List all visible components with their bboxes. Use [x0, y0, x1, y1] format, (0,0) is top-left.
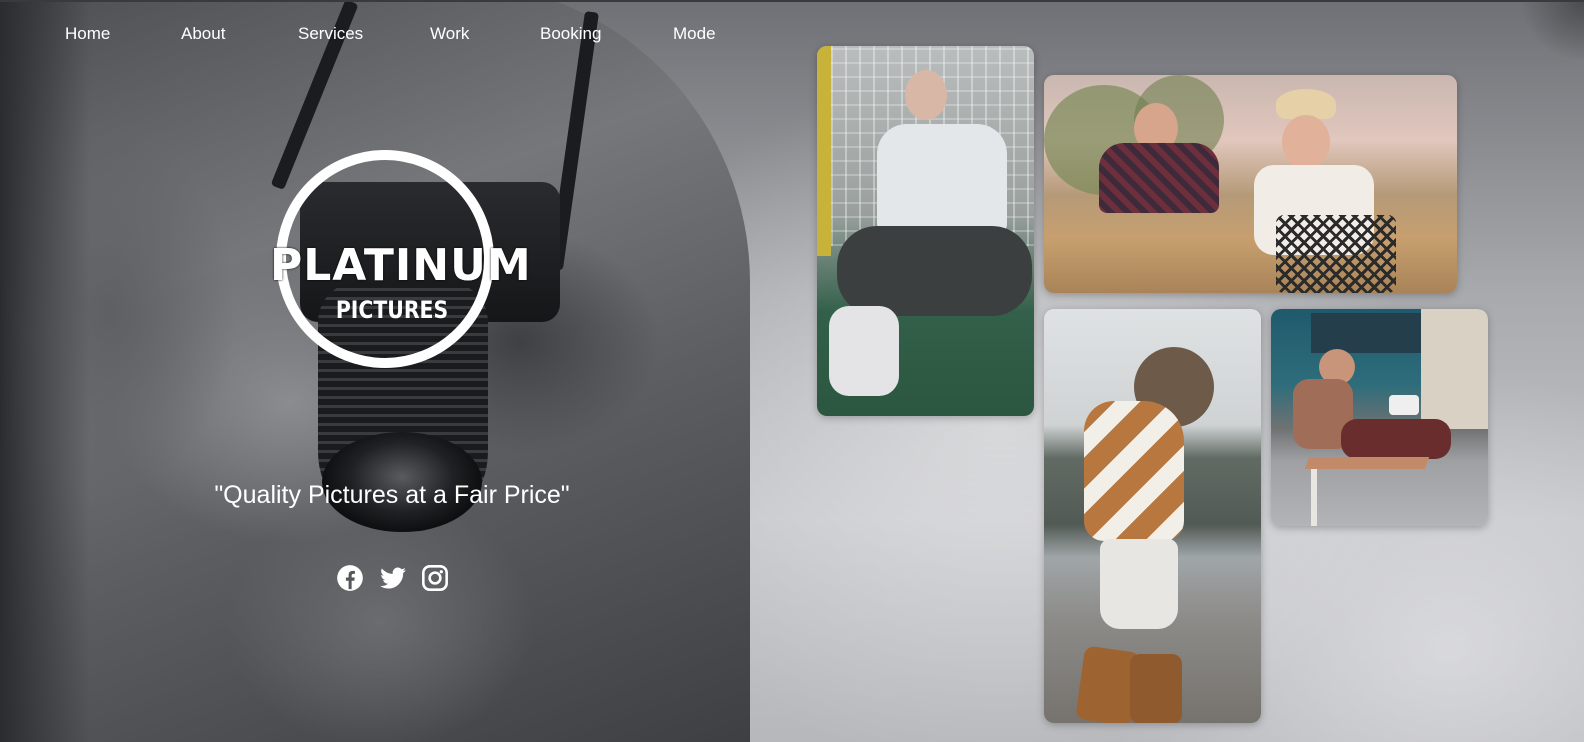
- page: Home About Services Work Booking Mode PL…: [0, 0, 1584, 742]
- woman-sitting-photo[interactable]: [817, 46, 1034, 416]
- logo-word: PLATINUM: [270, 240, 532, 291]
- woman-sweater-photo[interactable]: [1044, 309, 1261, 723]
- nav-home[interactable]: Home: [65, 24, 110, 44]
- logo-subtitle: PICTURES: [335, 296, 449, 324]
- nav-booking[interactable]: Booking: [540, 24, 601, 44]
- instagram-icon[interactable]: [421, 564, 449, 592]
- nav-mode[interactable]: Mode: [673, 24, 716, 44]
- hero-section: Home About Services Work Booking Mode PL…: [0, 2, 760, 742]
- couple-biking-photo[interactable]: [1044, 75, 1457, 293]
- facebook-icon[interactable]: [336, 564, 364, 592]
- man-bench-photo[interactable]: [1271, 309, 1488, 526]
- page-corner-shadow: [1520, 2, 1584, 62]
- twitter-icon[interactable]: [379, 564, 407, 592]
- nav-services[interactable]: Services: [298, 24, 363, 44]
- nav-about[interactable]: About: [181, 24, 225, 44]
- platinum-pictures-logo: PLATINUM PICTURES: [270, 150, 532, 380]
- main-nav: Home About Services Work Booking Mode: [0, 24, 760, 48]
- hero-tagline: "Quality Pictures at a Fair Price": [214, 481, 570, 509]
- nav-work[interactable]: Work: [430, 24, 469, 44]
